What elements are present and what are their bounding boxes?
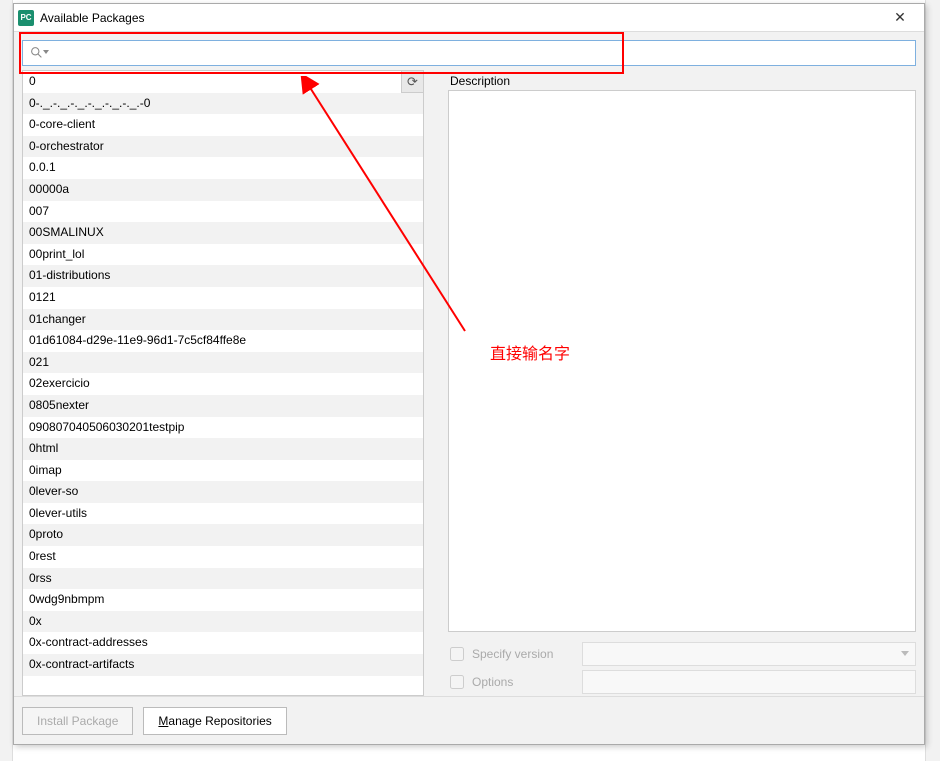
package-item[interactable]: 0.0.1 (23, 157, 423, 179)
description-box (448, 90, 916, 632)
pycharm-icon: PC (18, 10, 34, 26)
options-checkbox[interactable] (450, 675, 464, 689)
search-row (14, 32, 924, 70)
titlebar[interactable]: PC Available Packages ✕ (14, 4, 924, 32)
package-list-panel: ⟳ 00-._.-._.-._.-._.-._.-._.-00-core-cli… (22, 70, 424, 696)
options-input[interactable] (582, 670, 916, 694)
manage-rest: anage Repositories (168, 714, 271, 728)
package-item[interactable]: 01d61084-d29e-11e9-96d1-7c5cf84ffe8e (23, 330, 423, 352)
package-item[interactable]: 0html (23, 438, 423, 460)
package-item[interactable]: 0-._.-._.-._.-._.-._.-._.-0 (23, 93, 423, 115)
background-left (0, 0, 13, 761)
specify-version-row: Specify version (448, 640, 916, 668)
footer: Install Package Manage Repositories (14, 696, 924, 744)
package-item[interactable]: 0121 (23, 287, 423, 309)
package-item[interactable]: 0wdg9nbmpm (23, 589, 423, 611)
package-list[interactable]: 00-._.-._.-._.-._.-._.-._.-00-core-clien… (23, 71, 423, 695)
description-label: Description (448, 70, 916, 90)
package-item[interactable]: 0imap (23, 460, 423, 482)
package-item[interactable]: 0rest (23, 546, 423, 568)
manage-repositories-button[interactable]: Manage Repositories (143, 707, 286, 735)
package-item[interactable]: 090807040506030201testpip (23, 417, 423, 439)
package-item[interactable]: 007 (23, 201, 423, 223)
options-label: Options (472, 675, 574, 689)
package-item[interactable]: 0-core-client (23, 114, 423, 136)
content-row: ⟳ 00-._.-._.-._.-._.-._.-._.-00-core-cli… (14, 70, 924, 696)
package-item[interactable]: 02exercicio (23, 373, 423, 395)
package-item[interactable]: 01-distributions (23, 265, 423, 287)
package-item[interactable]: 0 (23, 71, 423, 93)
specify-version-label: Specify version (472, 647, 574, 661)
reload-button[interactable]: ⟳ (401, 71, 423, 93)
package-item[interactable]: 00SMALINUX (23, 222, 423, 244)
window-title: Available Packages (40, 11, 880, 25)
available-packages-dialog: PC Available Packages ✕ ⟳ 00-._.-._.-._.… (13, 3, 925, 745)
details-panel: Description Specify version Options (448, 70, 916, 696)
package-item[interactable]: 01changer (23, 309, 423, 331)
splitter[interactable] (424, 70, 448, 696)
package-item[interactable]: 0lever-utils (23, 503, 423, 525)
specify-version-checkbox[interactable] (450, 647, 464, 661)
package-item[interactable]: 0x (23, 611, 423, 633)
package-item[interactable]: 0805nexter (23, 395, 423, 417)
chevron-down-icon (901, 651, 909, 656)
specify-version-combo[interactable] (582, 642, 916, 666)
package-item[interactable]: 0x-contract-artifacts (23, 654, 423, 676)
background-right (925, 0, 940, 761)
package-item[interactable]: 0x-contract-addresses (23, 632, 423, 654)
manage-mnemonic: M (158, 714, 168, 728)
close-button[interactable]: ✕ (880, 5, 920, 31)
install-package-button[interactable]: Install Package (22, 707, 133, 735)
search-input[interactable] (22, 40, 916, 66)
package-item[interactable]: 0-orchestrator (23, 136, 423, 158)
package-item[interactable]: 0lever-so (23, 481, 423, 503)
package-item[interactable]: 0proto (23, 524, 423, 546)
package-item[interactable]: 00000a (23, 179, 423, 201)
package-item[interactable]: 0rss (23, 568, 423, 590)
options-row: Options (448, 668, 916, 696)
package-item[interactable]: 00print_lol (23, 244, 423, 266)
package-item[interactable]: 021 (23, 352, 423, 374)
